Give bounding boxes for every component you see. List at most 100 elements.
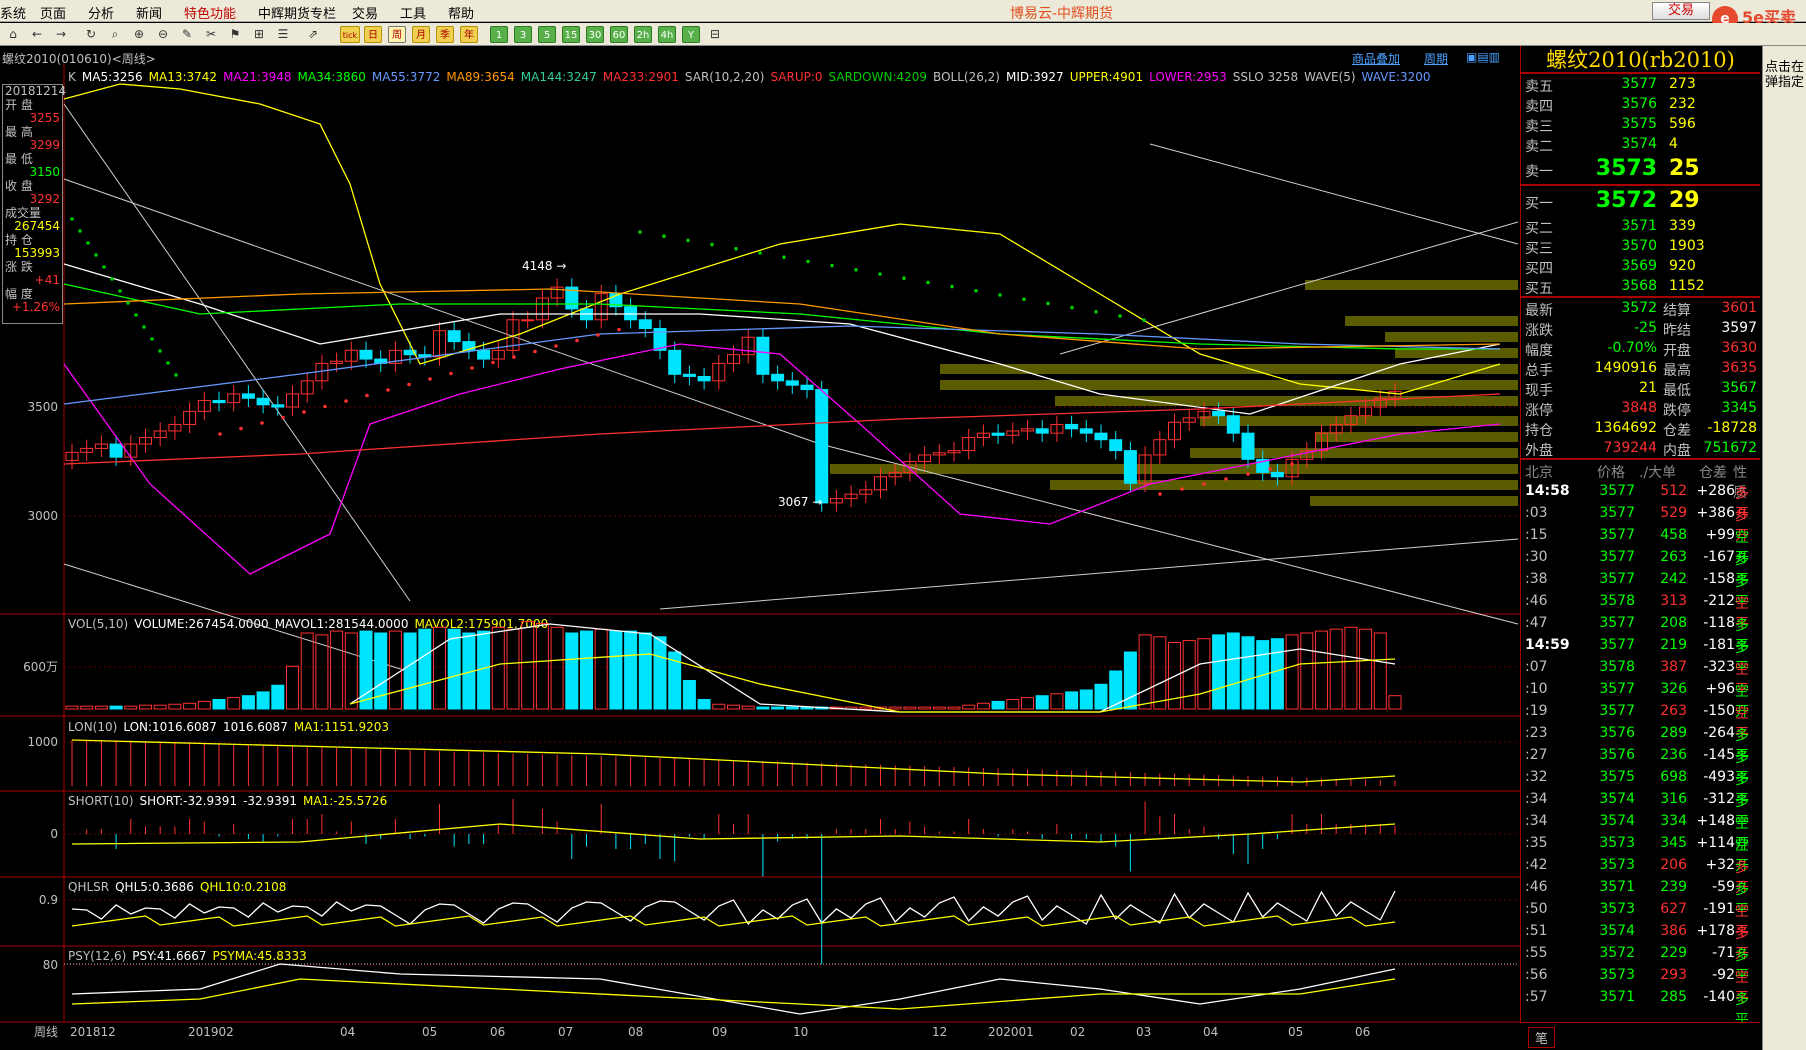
volume-bar [491,626,505,710]
table-icon[interactable]: ⊟ [706,26,724,43]
tick-row[interactable]: :15 3577 458 +99 空开 [1521,524,1760,566]
volume-bar [1109,670,1123,710]
tick-row[interactable]: :55 3572 229 -71 多平 [1521,942,1760,984]
tick-row[interactable]: :50 3573 627 -191 空平 [1521,898,1760,940]
min60-icon[interactable]: 60 [610,26,628,43]
cut-icon[interactable]: ✂ [202,26,220,43]
tick-row[interactable]: :34 3574 316 -312 多平 [1521,788,1760,830]
tick-row[interactable]: :35 3573 345 +114 空开 [1521,832,1760,874]
search-icon[interactable]: ⌕ [106,26,124,43]
sar-dot [830,263,834,268]
stat-value: 3848 [1621,400,1657,416]
bid-row[interactable]: 买四 3569 920 [1521,256,1760,277]
bid-row[interactable]: 买二 3571 339 [1521,216,1760,237]
day-icon[interactable]: 日 [364,26,382,43]
indicator-label: QHLSR [68,880,109,894]
y-axis-label: 1000 [27,735,58,749]
refresh-icon[interactable]: ↻ [82,26,100,43]
bottom-tab[interactable]: 笔 [1528,1027,1556,1048]
volume-bar [388,630,402,710]
list-icon[interactable]: ☰ [274,26,292,43]
tick-row[interactable]: :32 3575 698 -493 多平 [1521,766,1760,808]
back-icon[interactable]: ← [28,26,46,43]
tick-row[interactable]: :03 3577 529 +386 多开 [1521,502,1760,544]
stat-value: 3630 [1721,340,1757,356]
ask-row[interactable]: 卖二 3574 4 [1521,134,1760,155]
sar-dot [974,289,978,293]
month-icon[interactable]: 月 [412,26,430,43]
flag-icon[interactable]: ⚑ [226,26,244,43]
tick-row[interactable]: :46 3578 313 -212 空平 [1521,590,1760,632]
menu-item-2[interactable]: 分析 [88,3,114,22]
ask-row[interactable]: 卖四 3576 232 [1521,94,1760,115]
tick-row[interactable]: :10 3577 326 +96 空开 [1521,678,1760,720]
y-axis-label: 600万 [23,660,58,674]
h4-icon[interactable]: 4h [658,26,676,43]
tick-row[interactable]: :38 3577 242 -158 多平 [1521,568,1760,610]
tick-volume: 206 [1660,857,1687,873]
tick-row[interactable]: :30 3577 263 -167 多平 [1521,546,1760,588]
volume-bar [65,705,79,710]
tick-icon[interactable]: tick [340,26,360,43]
stat-value: 1490916 [1594,360,1657,376]
menu-item-8[interactable]: 帮助 [448,3,474,22]
tick-row[interactable]: :23 3576 289 -264 多平 [1521,722,1760,764]
grid-icon[interactable]: ⊞ [250,26,268,43]
window-control-icons[interactable]: ▣▤▥ [1466,50,1500,64]
indicator-label: MA89:3654 [446,70,514,84]
kline-chart[interactable]: K MA5:3256 MA13:3742 MA21:3948 MA34:3860 MA55… [0,64,1520,1050]
min5-icon[interactable]: 5 [538,26,556,43]
stat-row: 现手 21 最低 3567 [1521,378,1760,399]
bid-row[interactable]: 买五 3568 1152 [1521,276,1760,297]
tick-row[interactable]: :07 3578 387 -323 空平 [1521,656,1760,698]
min15-icon[interactable]: 15 [562,26,580,43]
tick-row[interactable]: 14:58 3577 512 +286 多开 [1521,480,1760,522]
bid-row[interactable]: 买三 3570 1903 [1521,236,1760,257]
tick-row[interactable]: :56 3573 293 -92 空平 [1521,964,1760,1006]
min3-icon[interactable]: 3 [514,26,532,43]
sar-dot [470,366,474,370]
tick-row[interactable]: :57 3571 285 -140 多平 [1521,986,1760,1028]
zoom-out-icon[interactable]: ⊖ [154,26,172,43]
tick-row[interactable]: :19 3577 263 -150 空平 [1521,700,1760,742]
ask-row[interactable]: 卖五 3577 273 [1521,74,1760,95]
menu-item-4[interactable]: 特色功能 [184,3,236,22]
menu-item-0[interactable]: 系统 [0,3,26,22]
min30-icon[interactable]: 30 [586,26,604,43]
home-icon[interactable]: ⌂ [4,26,22,43]
tick-list[interactable]: 14:58 3577 512 +286 多开:03 3577 529 +386 多开:15 357… [1521,480,1760,1028]
quarter-icon[interactable]: 季 [436,26,454,43]
menu-item-7[interactable]: 工具 [400,3,426,22]
tick-row[interactable]: :34 3574 334 +148 空开 [1521,810,1760,852]
tick-row[interactable]: :47 3577 208 -118 多平 [1521,612,1760,654]
candle-body [1109,439,1123,452]
ask-row[interactable]: 卖一 3573 25 [1521,154,1760,184]
tick-row[interactable]: 14:59 3577 219 -181 多平 [1521,634,1760,676]
forward-icon[interactable]: → [52,26,70,43]
tick-row[interactable]: :51 3574 386 +178 多开 [1521,920,1760,962]
menu-item-6[interactable]: 交易 [352,3,378,22]
ask-row[interactable]: 卖三 3575 596 [1521,114,1760,135]
tick-row[interactable]: :46 3571 239 -59 多平 [1521,876,1760,918]
h2-icon[interactable]: 2h [634,26,652,43]
tick-row[interactable]: :42 3573 206 +32 多开 [1521,854,1760,896]
min1-icon[interactable]: 1 [490,26,508,43]
volume-bar [947,706,961,710]
menu-item-3[interactable]: 新闻 [136,3,162,22]
volume-bar [918,706,932,710]
tick-oi-change: -167 [1703,549,1735,565]
volume-bar [1241,636,1255,710]
tick-row[interactable]: :27 3576 236 -145 多平 [1521,744,1760,786]
menu-item-1[interactable]: 页面 [40,3,66,22]
bid-row[interactable]: 买一 3572 29 [1521,186,1760,216]
yearly-icon[interactable]: Y [682,26,700,43]
trade-button[interactable]: 交易 [1652,2,1710,20]
bid-price: 3570 [1621,238,1657,254]
candle-body [1226,415,1240,434]
year-icon[interactable]: 年 [460,26,478,43]
chart-up-icon[interactable]: ⇗ [304,26,322,43]
week-icon[interactable]: 周 [388,26,406,43]
menu-item-5[interactable]: 中辉期货专栏 [258,3,336,22]
draw-icon[interactable]: ✎ [178,26,196,43]
zoom-in-icon[interactable]: ⊕ [130,26,148,43]
